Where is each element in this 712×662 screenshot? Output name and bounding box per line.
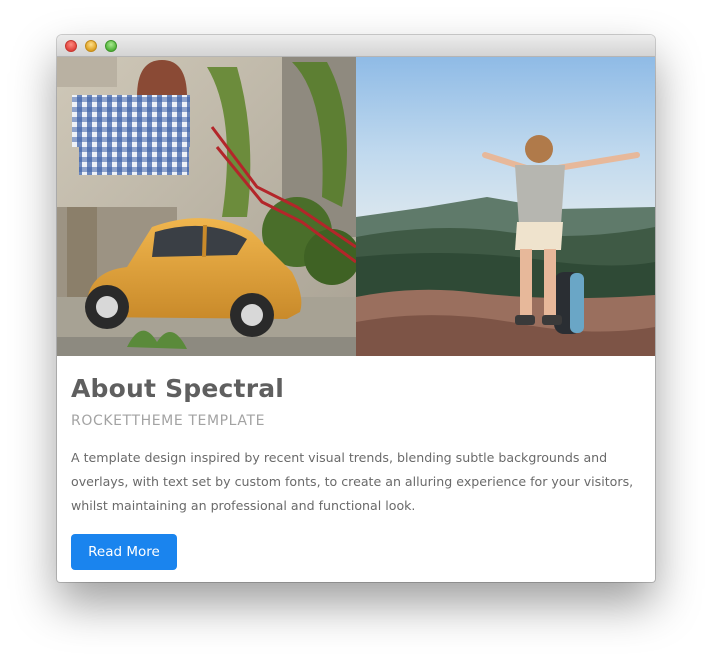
- car-street-photo: [57, 57, 360, 356]
- hero-images: [57, 57, 655, 356]
- minimize-window-icon[interactable]: [85, 40, 97, 52]
- article-content: About Spectral ROCKETTHEME TEMPLATE A te…: [57, 356, 655, 582]
- browser-window: About Spectral ROCKETTHEME TEMPLATE A te…: [57, 35, 655, 582]
- hiker-mountain-photo: [356, 57, 655, 356]
- maximize-window-icon[interactable]: [105, 40, 117, 52]
- window-titlebar: [57, 35, 655, 57]
- article-description: A template design inspired by recent vis…: [71, 450, 634, 513]
- article-subtitle: ROCKETTHEME TEMPLATE: [71, 413, 266, 429]
- read-more-button[interactable]: Read More: [71, 534, 177, 570]
- article-title: About Spectral: [71, 374, 285, 403]
- close-window-icon[interactable]: [65, 40, 77, 52]
